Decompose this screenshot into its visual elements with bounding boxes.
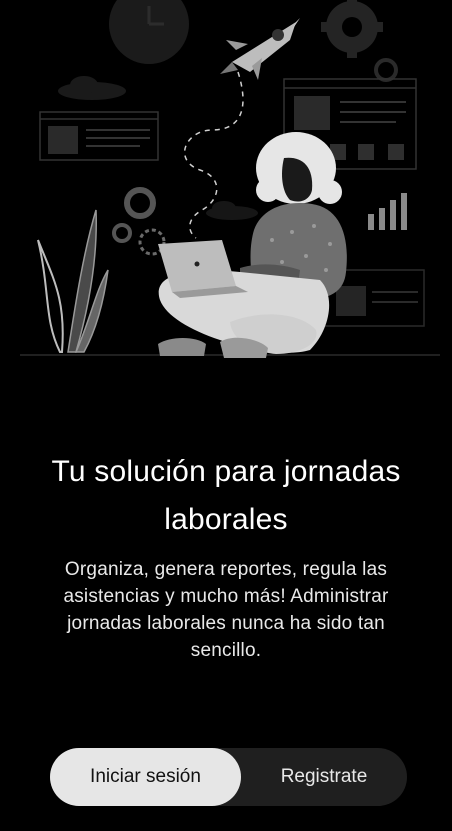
onboarding-description: Organiza, genera reportes, regula las as…	[63, 559, 389, 661]
register-button[interactable]: Registrate	[241, 748, 407, 806]
bar-chart-icon	[368, 193, 407, 230]
auth-toggle: Iniciar sesión Registrate	[50, 748, 407, 806]
rocket-icon	[220, 18, 300, 80]
onboarding-title: Tu solución para jornadas laborales	[51, 455, 401, 536]
small-gear-icon	[374, 58, 398, 82]
clock-icon	[109, 0, 189, 64]
cloud-icon	[58, 76, 126, 100]
gear-icon	[321, 0, 383, 58]
person-illustration	[158, 132, 347, 358]
login-button[interactable]: Iniciar sesión	[50, 748, 241, 806]
browser-window-left	[39, 111, 159, 161]
plant-icon	[37, 209, 109, 353]
hero-illustration	[0, 0, 452, 370]
cloud-icon	[206, 201, 258, 220]
gear-icon	[112, 187, 166, 256]
